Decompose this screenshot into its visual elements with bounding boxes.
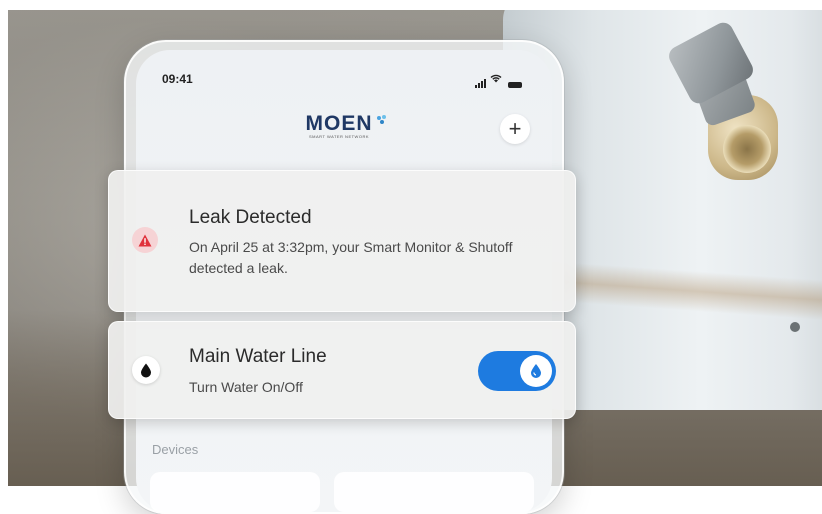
water-line-subtitle: Turn Water On/Off bbox=[189, 379, 303, 395]
logo-subtext: SMART WATER NETWORK bbox=[308, 134, 370, 139]
status-icons bbox=[475, 70, 522, 88]
water-shutoff-toggle[interactable] bbox=[478, 351, 556, 391]
devices-section-label: Devices bbox=[152, 442, 199, 457]
water-drop-icon bbox=[132, 356, 160, 384]
tank-bolt bbox=[790, 322, 800, 332]
wifi-icon bbox=[490, 70, 502, 88]
leak-alert-message: On April 25 at 3:32pm, your Smart Monito… bbox=[189, 239, 513, 276]
status-time: 09:41 bbox=[162, 72, 193, 86]
device-card[interactable] bbox=[150, 472, 320, 512]
leak-alert-card[interactable]: Leak Detected On April 25 at 3:32pm, you… bbox=[108, 170, 576, 312]
main-water-line-card: Main Water Line Turn Water On/Off bbox=[108, 321, 576, 419]
water-line-title: Main Water Line bbox=[189, 346, 327, 367]
moen-logo: MOEN SMART WATER NETWORK bbox=[284, 112, 394, 152]
logo-drops-icon bbox=[377, 115, 386, 124]
device-card[interactable] bbox=[334, 472, 534, 512]
add-device-button[interactable]: + bbox=[500, 114, 530, 144]
drain-valve-outlet bbox=[723, 125, 771, 173]
battery-icon bbox=[508, 82, 522, 88]
toggle-water-drop-icon bbox=[531, 364, 541, 378]
warning-triangle-icon bbox=[132, 227, 158, 253]
leak-alert-title: Leak Detected bbox=[189, 207, 312, 228]
toggle-knob bbox=[520, 355, 552, 387]
signal-icon bbox=[475, 79, 486, 88]
